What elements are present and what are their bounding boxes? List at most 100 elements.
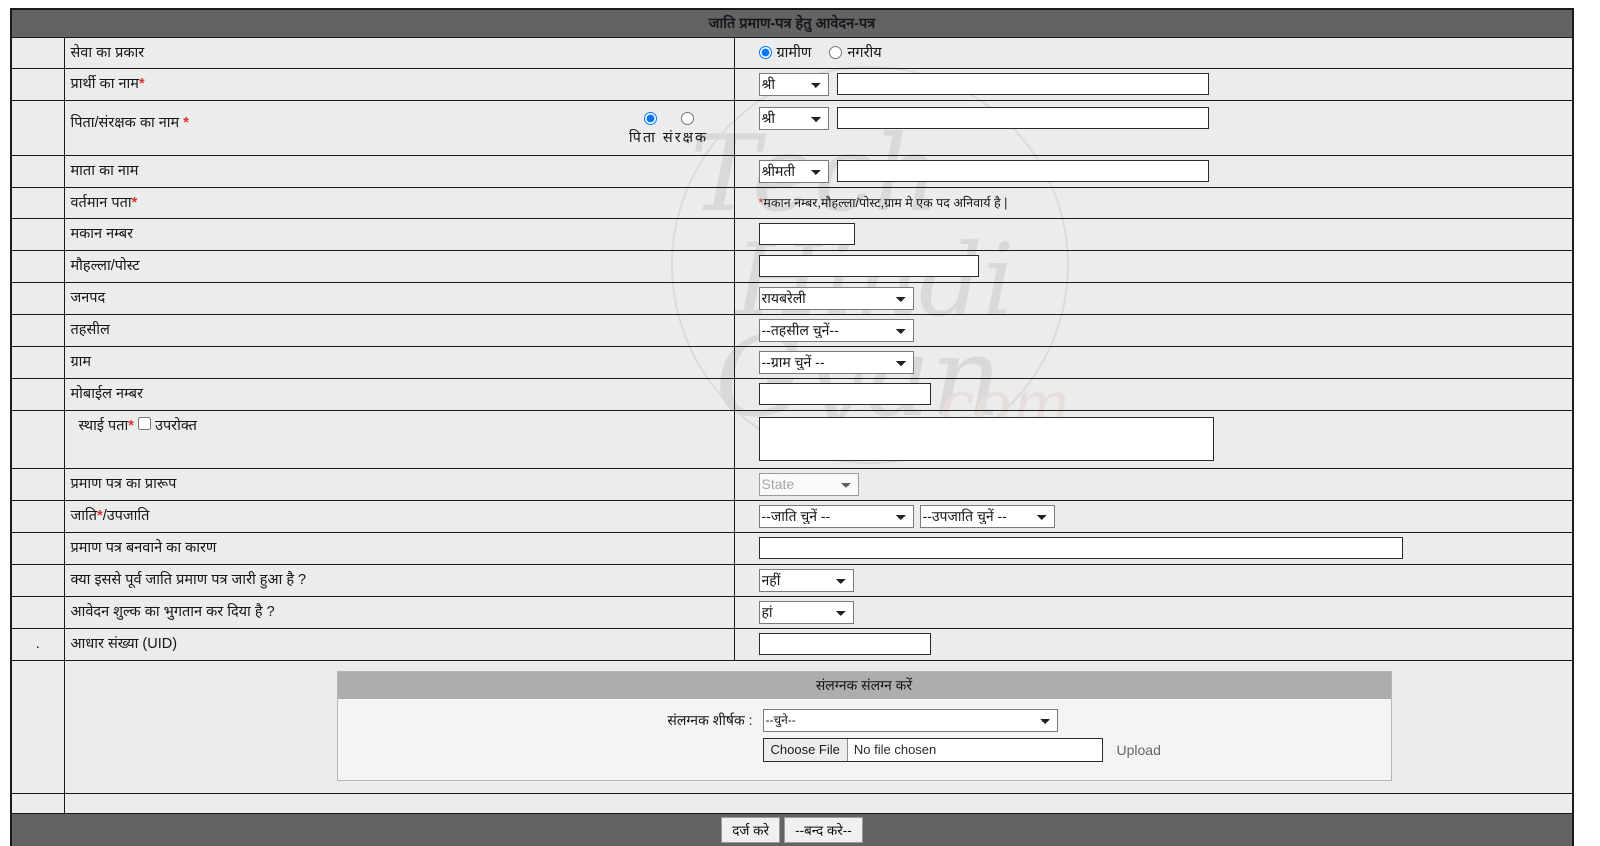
label-mohalla-post-cell: मौहल्ला/पोस्ट	[63, 249, 735, 283]
submit-button[interactable]: दर्ज करे	[721, 816, 781, 843]
subcaste-select[interactable]: --उपजाति चुनें --	[919, 504, 1055, 528]
required-asterisk: *	[128, 417, 134, 434]
label-permanent-address-text: स्थाई पता	[78, 417, 129, 434]
field-previous-certificate-cell: नहीं	[733, 563, 1574, 597]
row-permanent-address: स्थाई पता* उपरोक्त	[10, 409, 1574, 469]
field-caste-cell: --जाति चुनें -- --उपजाति चुनें --	[733, 499, 1574, 533]
row-fee-paid: आवेदन शुल्क का भुगतान कर दिया है ? हां	[10, 595, 1574, 629]
label-aadhaar: आधार संख्या (UID)	[70, 636, 178, 653]
aadhaar-input[interactable]	[758, 633, 931, 656]
address-note: *मकान नम्बर,मौहल्ला/पोस्ट,ग्राम मे एक पद…	[735, 190, 1573, 215]
spacer-cell	[10, 217, 65, 251]
radio-guardian-label: संरक्षक	[662, 130, 709, 147]
row-village: ग्राम --ग्राम चुनें --	[10, 345, 1574, 379]
tehsil-select[interactable]: --तहसील चुनें--	[758, 318, 914, 342]
father-name-input[interactable]	[836, 106, 1209, 129]
spacer-cell	[10, 249, 65, 283]
label-certificate-format: प्रमाण पत्र का प्रारूप	[70, 476, 177, 493]
field-permanent-address-cell	[733, 409, 1574, 469]
spacer-cell	[10, 409, 65, 469]
mother-title-select[interactable]: श्रीमती	[758, 159, 829, 183]
spacer-cell	[10, 154, 65, 188]
label-service-type: सेवा का प्रकार	[70, 44, 145, 61]
mobile-input[interactable]	[758, 383, 931, 406]
row-aadhaar: . आधार संख्या (UID)	[10, 627, 1574, 661]
label-caste-cell: जाति*/उपजाति	[63, 499, 735, 533]
application-form-table: जाति प्रमाण-पत्र हेतु आवेदन-पत्र सेवा का…	[10, 8, 1574, 846]
radio-father[interactable]	[643, 112, 657, 126]
field-aadhaar-cell	[733, 627, 1574, 661]
aadhaar-marker: .	[10, 627, 65, 661]
applicant-title-select[interactable]: श्री	[758, 72, 829, 96]
file-name-text: No file chosen	[853, 742, 937, 758]
label-district-cell: जनपद	[63, 281, 735, 315]
label-previous-certificate-cell: क्या इससे पूर्व जाति प्रमाण पत्र जारी हु…	[63, 563, 735, 597]
radio-rural-label: ग्रामीण	[776, 45, 812, 62]
reason-input[interactable]	[758, 537, 1403, 560]
radio-urban-wrap[interactable]: नगरीय	[829, 42, 882, 62]
label-applicant-name-cell: प्रार्थी का नाम*	[63, 67, 735, 101]
mohalla-post-input[interactable]	[758, 255, 979, 278]
label-tehsil: तहसील	[70, 322, 110, 339]
row-attachment-panel: संलग्नक संलग्न करें संलग्नक शीर्षक : --च…	[10, 659, 1574, 794]
spacer-cell	[10, 595, 65, 629]
close-button[interactable]: --बन्द करे--	[784, 816, 863, 843]
row-service-type: सेवा का प्रकार ग्रामीण नगरीय	[10, 36, 1574, 69]
house-number-input[interactable]	[758, 223, 855, 246]
district-select[interactable]: रायबरेली	[758, 286, 914, 310]
caste-select[interactable]: --जाति चुनें --	[758, 504, 914, 528]
spacer-cell	[10, 36, 65, 69]
spacer-cell	[10, 281, 65, 315]
applicant-name-input[interactable]	[836, 73, 1209, 96]
radio-guardian[interactable]	[680, 112, 694, 126]
label-caste-text: जाति	[70, 508, 98, 525]
form-title-row: जाति प्रमाण-पत्र हेतु आवेदन-पत्र	[10, 8, 1574, 38]
spacer-cell	[10, 499, 65, 533]
father-title-select[interactable]: श्री	[758, 106, 829, 130]
upload-button[interactable]: Upload	[1117, 742, 1161, 758]
label-mohalla-post: मौहल्ला/पोस्ट	[70, 258, 140, 275]
radio-rural-wrap[interactable]: ग्रामीण	[758, 42, 812, 62]
application-form-page: Tech Hindi Gyan .com जाति प्रमाण-पत्र हे…	[0, 0, 1600, 846]
file-input-control[interactable]: Choose File No file chosen	[762, 737, 1103, 762]
label-district: जनपद	[70, 290, 106, 307]
fee-paid-select[interactable]: हां	[758, 600, 854, 624]
row-house-number: मकान नम्बर	[10, 217, 1574, 251]
choose-file-button[interactable]: Choose File	[763, 738, 848, 761]
label-applicant-name-text: प्रार्थी का नाम	[70, 76, 139, 93]
attachment-panel-title: संलग्नक संलग्न करें	[337, 671, 1391, 699]
previous-certificate-select[interactable]: नहीं	[758, 568, 854, 592]
field-village-cell: --ग्राम चुनें --	[733, 345, 1574, 379]
row-certificate-format: प्रमाण पत्र का प्रारूप State	[10, 467, 1574, 501]
field-certificate-format-cell: State	[733, 467, 1574, 501]
radio-rural[interactable]	[758, 45, 772, 59]
row-mobile: मोबाईल नम्बर	[10, 377, 1574, 411]
attachment-title-label: संलग्नक शीर्षक :	[667, 711, 753, 728]
label-previous-certificate: क्या इससे पूर्व जाति प्रमाण पत्र जारी हु…	[70, 572, 307, 589]
radio-urban[interactable]	[829, 45, 843, 59]
label-caste: जाति*/उपजाति	[65, 501, 734, 531]
spacer-cell	[10, 313, 65, 347]
spacer-cell	[10, 345, 65, 379]
label-current-address-cell: वर्तमान पता*	[63, 186, 735, 219]
footer-bar: दर्ज करे --बन्द करे--	[10, 812, 1574, 846]
label-mother-name: माता का नाम	[70, 163, 139, 180]
label-mobile-cell: मोबाईल नम्बर	[63, 377, 735, 411]
label-fee-paid-cell: आवेदन शुल्क का भुगतान कर दिया है ?	[63, 595, 735, 629]
guardian-type-group: पिता संरक्षक	[604, 108, 734, 147]
same-as-above-checkbox[interactable]	[137, 416, 151, 430]
permanent-address-textarea[interactable]	[758, 417, 1214, 462]
village-select[interactable]: --ग्राम चुनें --	[758, 350, 914, 374]
field-mother-name-cell: श्रीमती	[733, 154, 1574, 188]
mother-name-input[interactable]	[836, 160, 1209, 183]
attachment-title-select[interactable]: --चुने--	[762, 708, 1058, 732]
spacer-cell	[10, 563, 65, 597]
certificate-format-select[interactable]: State	[758, 472, 859, 496]
label-mother-name-cell: माता का नाम	[63, 154, 735, 188]
label-house-number: मकान नम्बर	[70, 226, 134, 243]
label-village-cell: ग्राम	[63, 345, 735, 379]
row-applicant-name: प्रार्थी का नाम* श्री	[10, 67, 1574, 101]
field-district-cell: रायबरेली	[733, 281, 1574, 315]
row-tehsil: तहसील --तहसील चुनें--	[10, 313, 1574, 347]
address-note-text: मकान नम्बर,मौहल्ला/पोस्ट,ग्राम मे एक पद …	[763, 196, 1008, 211]
